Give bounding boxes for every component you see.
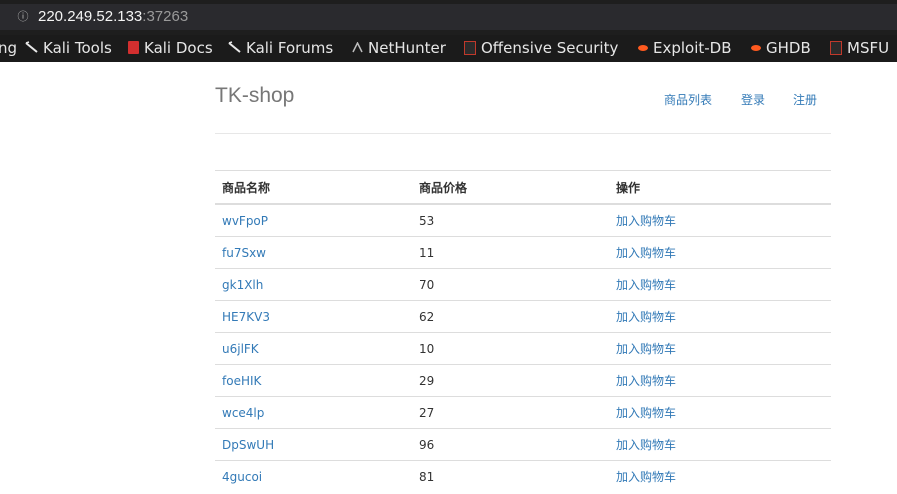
navbar-divider: [215, 133, 831, 134]
bookmark-label: NetHunter: [368, 39, 446, 57]
table-header-row: 商品名称 商品价格 操作: [215, 170, 831, 205]
product-price: 29: [412, 364, 609, 397]
bookmark-kali-docs[interactable]: Kali Docs: [128, 38, 213, 58]
bookmark-offensive-security[interactable]: Offensive Security: [464, 38, 618, 58]
product-name-link[interactable]: wvFpoP: [222, 214, 268, 228]
site-brand[interactable]: TK-shop: [215, 84, 294, 108]
bookmark-msfu[interactable]: MSFU: [830, 38, 889, 58]
bookmark-kali-forums[interactable]: Kali Forums: [228, 38, 333, 58]
bookmark-nethunter[interactable]: NetHunter: [352, 38, 446, 58]
bookmark-label: Kali Forums: [246, 39, 334, 57]
bookmark-ghdb[interactable]: GHDB: [751, 38, 811, 58]
table-row: HE7KV3 62 加入购物车: [215, 300, 831, 333]
offsec-icon: [464, 40, 476, 55]
product-table: 商品名称 商品价格 操作 wvFpoP 53 加入购物车 fu7Sxw 11 加…: [215, 170, 831, 492]
bookmark-label: ng: [0, 39, 18, 57]
product-price: 81: [412, 460, 609, 492]
table-row: 4gucoi 81 加入购物车: [215, 460, 831, 492]
kali-dragon-icon: [228, 41, 241, 53]
product-price: 10: [412, 332, 609, 365]
product-name-link[interactable]: DpSwUH: [222, 438, 274, 452]
add-to-cart-link[interactable]: 加入购物车: [616, 214, 676, 228]
add-to-cart-link[interactable]: 加入购物车: [616, 438, 676, 452]
exploit-db-icon: [638, 44, 648, 51]
product-price: 53: [412, 203, 609, 237]
url-port: :37263: [142, 8, 189, 25]
bookmark-kali-tools[interactable]: Kali Tools: [25, 38, 112, 58]
table-row: DpSwUH 96 加入购物车: [215, 428, 831, 461]
bookmarks-toolbar: ng Kali Tools Kali Docs Kali Forums NetH…: [0, 35, 897, 62]
table-row: wce4lp 27 加入购物车: [215, 396, 831, 429]
table-row: fu7Sxw 11 加入购物车: [215, 236, 831, 269]
table-row: gk1Xlh 70 加入购物车: [215, 268, 831, 301]
offsec-icon: [830, 40, 842, 55]
bookmark-partial[interactable]: ng: [0, 38, 17, 58]
add-to-cart-link[interactable]: 加入购物车: [616, 470, 676, 484]
header-action: 操作: [609, 170, 831, 205]
table-row: wvFpoP 53 加入购物车: [215, 203, 831, 237]
add-to-cart-link[interactable]: 加入购物车: [616, 246, 676, 260]
product-price: 27: [412, 396, 609, 429]
add-to-cart-link[interactable]: 加入购物车: [616, 342, 676, 356]
nav-register[interactable]: 注册: [793, 91, 817, 108]
product-name-link[interactable]: u6jlFK: [222, 342, 259, 356]
bookmark-label: Exploit-DB: [653, 39, 732, 57]
add-to-cart-link[interactable]: 加入购物车: [616, 310, 676, 324]
nav-product-list[interactable]: 商品列表: [664, 91, 712, 108]
product-name-link[interactable]: gk1Xlh: [222, 278, 263, 292]
header-product-name: 商品名称: [215, 170, 412, 205]
product-name-link[interactable]: wce4lp: [222, 406, 264, 420]
kali-docs-icon: [128, 41, 139, 54]
bookmark-label: Offensive Security: [481, 39, 619, 57]
bookmark-label: GHDB: [766, 39, 811, 57]
url-text[interactable]: 220.249.52.133:37263: [38, 8, 188, 26]
exploit-db-icon: [751, 44, 761, 51]
header-product-price: 商品价格: [412, 170, 609, 205]
product-price: 96: [412, 428, 609, 461]
product-price: 62: [412, 300, 609, 333]
browser-toolbar: ⓘ 220.249.52.133:37263: [0, 0, 897, 35]
url-host: 220.249.52.133: [38, 8, 143, 25]
table-row: u6jlFK 10 加入购物车: [215, 332, 831, 365]
product-price: 11: [412, 236, 609, 269]
product-name-link[interactable]: 4gucoi: [222, 470, 262, 484]
product-name-link[interactable]: fu7Sxw: [222, 246, 266, 260]
nav-login[interactable]: 登录: [741, 91, 765, 108]
bookmark-label: Kali Docs: [144, 39, 213, 57]
url-bar[interactable]: ⓘ 220.249.52.133:37263: [0, 4, 897, 30]
nethunter-icon: [352, 42, 363, 53]
add-to-cart-link[interactable]: 加入购物车: [616, 278, 676, 292]
bookmark-label: MSFU: [847, 39, 890, 57]
table-row: foeHIK 29 加入购物车: [215, 364, 831, 397]
product-name-link[interactable]: HE7KV3: [222, 310, 270, 324]
bookmark-label: Kali Tools: [43, 39, 112, 57]
bookmark-exploit-db[interactable]: Exploit-DB: [638, 38, 732, 58]
product-name-link[interactable]: foeHIK: [222, 374, 261, 388]
add-to-cart-link[interactable]: 加入购物车: [616, 406, 676, 420]
product-price: 70: [412, 268, 609, 301]
kali-dragon-icon: [25, 41, 38, 53]
info-icon[interactable]: ⓘ: [17, 11, 29, 23]
add-to-cart-link[interactable]: 加入购物车: [616, 374, 676, 388]
